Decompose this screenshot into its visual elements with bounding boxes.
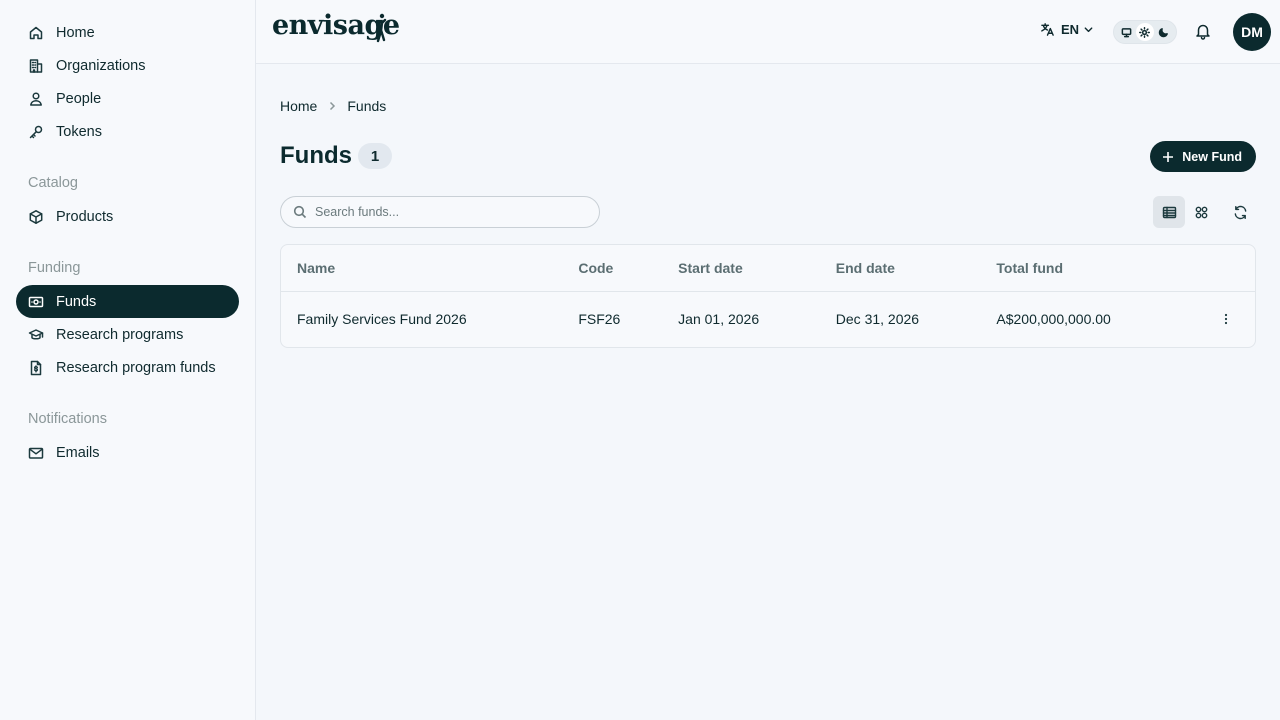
sidebar: Home Organizations People Tokens Catalog… — [0, 0, 256, 720]
topbar: envisage EN DM — [256, 0, 1280, 64]
theme-dark-button[interactable] — [1155, 23, 1173, 41]
refresh-icon — [1234, 205, 1246, 219]
translate-icon — [1041, 23, 1054, 36]
sidebar-item-products[interactable]: Products — [16, 200, 239, 233]
sidebar-item-research-programs[interactable]: Research programs — [16, 318, 239, 351]
cell-start-date: Jan 01, 2026 — [678, 311, 760, 328]
chevron-right-icon — [327, 101, 337, 111]
cell-total-fund: A$200,000,000.00 — [996, 311, 1111, 328]
table-row[interactable]: Family Services Fund 2026 FSF26 Jan 01, … — [281, 291, 1255, 347]
monitor-icon — [1121, 27, 1132, 37]
table-header-row: Name Code Start date End date Total fund — [281, 245, 1255, 292]
sidebar-item-label: Research program funds — [56, 359, 216, 376]
file-dollar-icon — [28, 360, 44, 376]
main-content: Home Funds Funds 1 New Fund Name — [256, 64, 1280, 720]
mail-icon — [28, 445, 44, 461]
logo-figure-icon — [374, 13, 387, 43]
theme-light-button[interactable] — [1135, 23, 1154, 41]
cell-name: Family Services Fund 2026 — [297, 311, 467, 328]
more-options-button[interactable] — [1196, 313, 1255, 325]
sidebar-item-label: Funds — [56, 293, 97, 310]
kebab-menu-icon — [1224, 314, 1227, 325]
table-icon — [1162, 206, 1176, 218]
building-icon — [28, 58, 44, 74]
sidebar-item-research-program-funds[interactable]: Research program funds — [16, 351, 239, 384]
new-fund-label: New Fund — [1182, 149, 1242, 164]
sidebar-item-people[interactable]: People — [16, 82, 239, 115]
breadcrumb-home-link[interactable]: Home — [280, 98, 317, 114]
grid-icon — [1195, 206, 1207, 218]
table-view-button[interactable] — [1153, 196, 1185, 228]
cell-code: FSF26 — [578, 311, 621, 328]
search-input[interactable] — [315, 205, 575, 219]
column-header-total-fund[interactable]: Total fund — [996, 245, 1197, 292]
sidebar-item-funds[interactable]: Funds — [16, 285, 239, 318]
plus-icon — [1163, 151, 1174, 162]
home-icon — [28, 25, 44, 41]
graduation-cap-icon — [28, 327, 44, 343]
new-fund-button[interactable]: New Fund — [1150, 141, 1256, 172]
sidebar-item-tokens[interactable]: Tokens — [16, 115, 239, 148]
sidebar-item-home[interactable]: Home — [16, 16, 239, 49]
sidebar-item-label: Tokens — [56, 123, 102, 140]
sidebar-section-funding: Funding — [28, 260, 81, 276]
theme-toggle[interactable] — [1113, 20, 1177, 44]
grid-view-button[interactable] — [1185, 196, 1217, 228]
column-header-code[interactable]: Code — [578, 245, 679, 292]
page-title: Funds — [280, 142, 352, 169]
box-icon — [28, 209, 44, 225]
row-actions — [1196, 291, 1255, 347]
bell-icon — [1196, 24, 1210, 40]
refresh-button[interactable] — [1224, 196, 1256, 228]
sidebar-item-label: Home — [56, 24, 95, 41]
sidebar-section-catalog: Catalog — [28, 175, 78, 191]
key-icon — [28, 124, 44, 140]
sidebar-item-emails[interactable]: Emails — [16, 436, 239, 469]
sidebar-item-organizations[interactable]: Organizations — [16, 49, 239, 82]
search-icon — [293, 205, 307, 219]
sidebar-item-label: Emails — [56, 444, 100, 461]
breadcrumb-current: Funds — [347, 98, 387, 114]
sidebar-item-label: People — [56, 90, 102, 107]
column-header-actions — [1196, 245, 1255, 292]
person-icon — [28, 91, 44, 107]
column-header-start-date[interactable]: Start date — [678, 245, 836, 292]
avatar[interactable]: DM — [1233, 13, 1271, 51]
banknote-icon — [28, 294, 44, 310]
search-box[interactable] — [280, 196, 600, 228]
notifications-button[interactable] — [1194, 22, 1212, 45]
count-badge: 1 — [358, 143, 392, 169]
moon-icon — [1158, 27, 1169, 37]
language-selector[interactable]: EN — [1040, 22, 1094, 37]
funds-table: Name Code Start date End date Total fund… — [280, 244, 1256, 348]
sidebar-item-label: Products — [56, 208, 114, 225]
cell-end-date: Dec 31, 2026 — [835, 311, 920, 328]
breadcrumb: Home Funds — [280, 98, 386, 114]
language-code: EN — [1061, 22, 1080, 37]
sun-icon — [1139, 26, 1151, 38]
theme-system-button[interactable] — [1117, 23, 1135, 41]
view-toggle — [1153, 196, 1217, 228]
sidebar-item-label: Organizations — [56, 57, 146, 74]
column-header-name[interactable]: Name — [281, 245, 579, 292]
sidebar-section-notifications: Notifications — [28, 411, 107, 427]
chevron-down-icon — [1084, 27, 1093, 33]
column-header-end-date[interactable]: End date — [835, 245, 997, 292]
sidebar-item-label: Research programs — [56, 326, 184, 343]
